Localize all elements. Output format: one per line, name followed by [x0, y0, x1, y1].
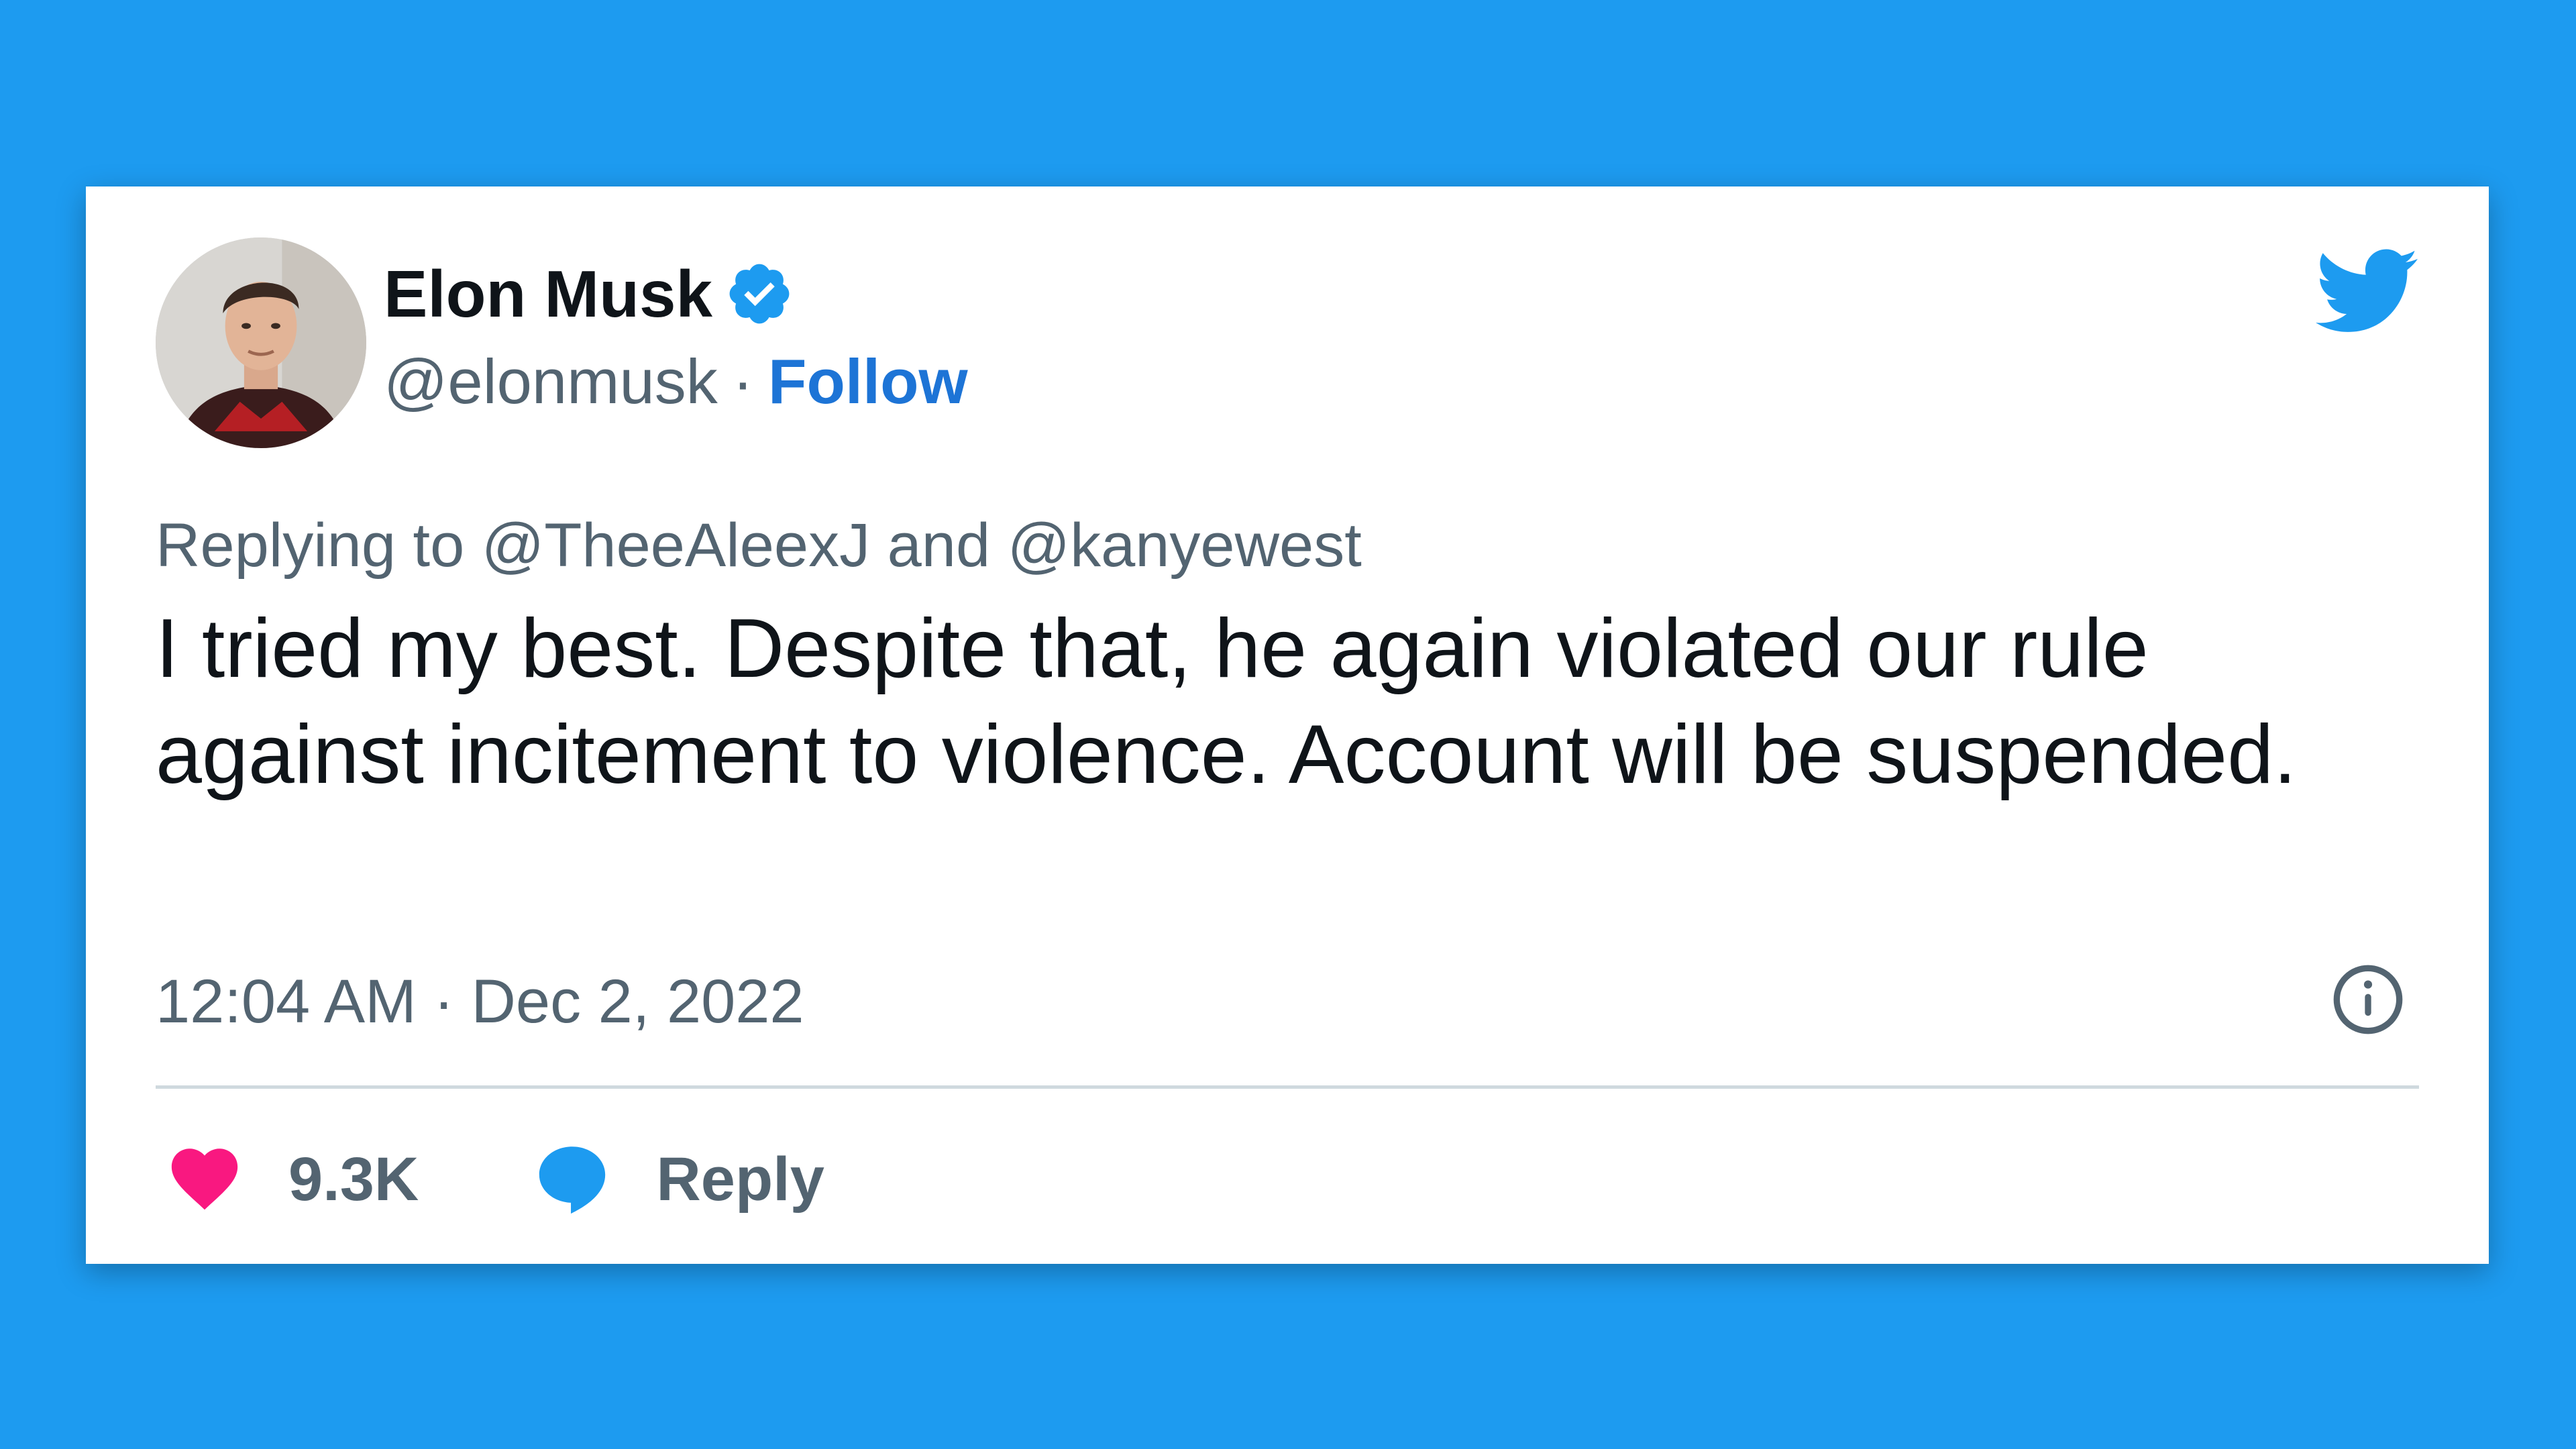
tweet-card: Elon Musk @elonmusk · Follow Replying to… — [86, 186, 2489, 1264]
replying-join: and — [887, 511, 991, 580]
replying-to: Replying to @TheeAleexJ and @kanyewest — [156, 508, 1362, 582]
twitter-bird-icon[interactable] — [2316, 248, 2419, 335]
avatar[interactable] — [156, 237, 366, 448]
reply-mention-1[interactable]: @TheeAleexJ — [482, 511, 870, 580]
divider — [156, 1085, 2419, 1089]
timestamp-separator: · — [433, 967, 454, 1036]
tweet-actions: 9.3K Reply — [165, 1139, 824, 1220]
follow-button[interactable]: Follow — [768, 350, 968, 413]
info-icon[interactable] — [2330, 962, 2406, 1037]
author-handle[interactable]: @elonmusk — [384, 350, 718, 413]
replying-prefix: Replying to — [156, 511, 465, 580]
tweet-text: I tried my best. Despite that, he again … — [156, 602, 2297, 801]
speech-bubble-icon — [533, 1138, 612, 1221]
tweet-timestamp[interactable]: 12:04 AM · Dec 2, 2022 — [156, 965, 804, 1038]
like-count: 9.3K — [288, 1144, 419, 1214]
avatar-image — [156, 237, 366, 448]
author-name[interactable]: Elon Musk — [384, 261, 712, 327]
author-name-row: Elon Musk — [384, 254, 794, 334]
reply-button[interactable]: Reply — [533, 1138, 824, 1221]
reply-label: Reply — [656, 1144, 824, 1214]
tweet-time: 12:04 AM — [156, 967, 417, 1036]
verified-badge-icon — [724, 259, 794, 329]
reply-mention-2[interactable]: @kanyewest — [1008, 511, 1362, 580]
heart-icon — [165, 1138, 244, 1221]
separator-dot: · — [732, 346, 754, 417]
tweet-date: Dec 2, 2022 — [471, 967, 804, 1036]
author-handle-row: @elonmusk · Follow — [384, 345, 968, 419]
like-button[interactable]: 9.3K — [165, 1138, 419, 1221]
